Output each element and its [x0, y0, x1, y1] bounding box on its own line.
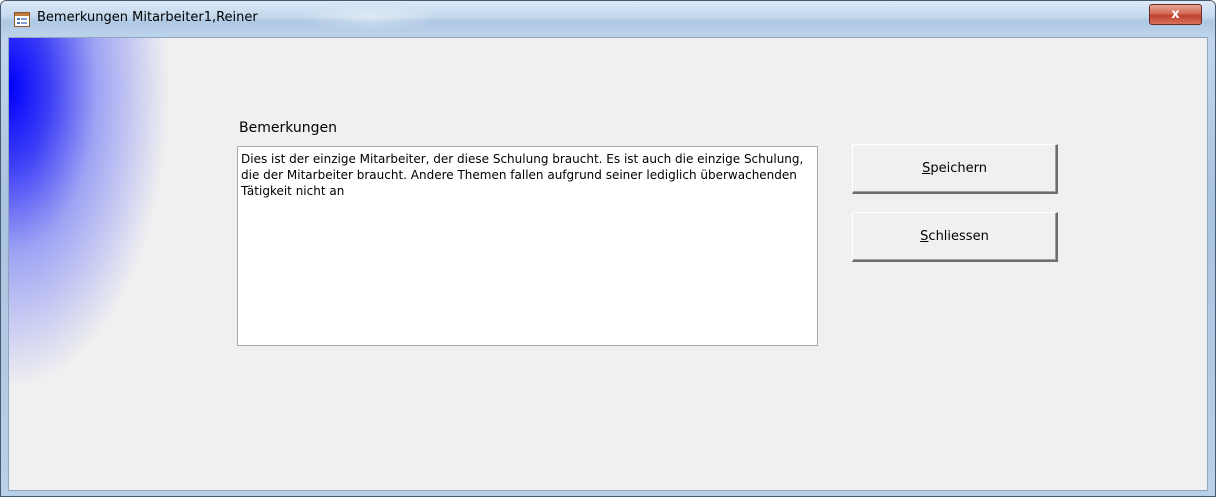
form-icon-line	[17, 18, 20, 20]
save-button[interactable]: Speichern	[852, 144, 1058, 194]
title-bar[interactable]: Bemerkungen Mitarbeiter1,Reiner x	[1, 1, 1215, 37]
save-button-label: peichern	[930, 161, 987, 176]
form-icon-line	[21, 18, 27, 20]
title-bar-highlight	[301, 5, 441, 31]
form-body: Bemerkungen Dies ist der einzige Mitarbe…	[8, 37, 1208, 491]
form-icon-line	[17, 22, 20, 24]
window-title: Bemerkungen Mitarbeiter1,Reiner	[37, 10, 258, 25]
form-icon-line	[21, 22, 27, 24]
close-form-button-label: chliessen	[928, 229, 989, 244]
remarks-textarea[interactable]: Dies ist der einzige Mitarbeiter, der di…	[237, 146, 818, 346]
form-icon-header	[15, 13, 29, 16]
remarks-label: Bemerkungen	[239, 120, 338, 136]
blue-accent-graphic	[9, 38, 199, 490]
close-button[interactable]: x	[1149, 4, 1202, 25]
close-icon: x	[1171, 7, 1180, 22]
close-form-button[interactable]: Schliessen	[852, 212, 1058, 262]
dialog-window: Bemerkungen Mitarbeiter1,Reiner x Bemerk…	[0, 0, 1216, 497]
form-icon[interactable]	[14, 12, 30, 27]
